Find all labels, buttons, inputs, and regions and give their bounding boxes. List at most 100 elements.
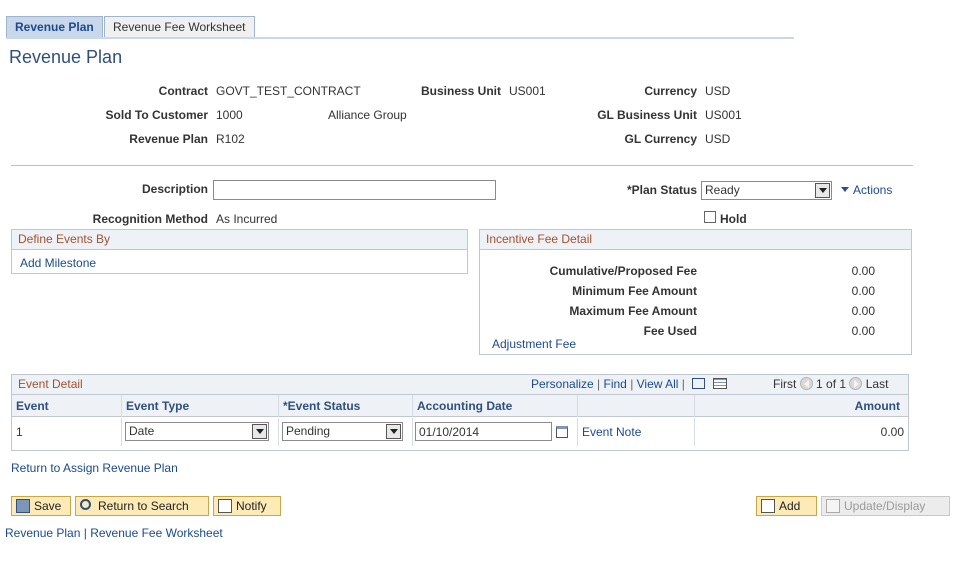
view-all-link[interactable]: View All [637, 377, 679, 391]
zoom-grid-icon[interactable] [692, 378, 706, 389]
business-unit-value: US001 [509, 84, 546, 98]
actions-menu[interactable]: Actions [841, 183, 892, 197]
row-event-status-cell: Pending [279, 418, 413, 446]
gl-business-unit-label: GL Business Unit [597, 108, 697, 122]
first-label[interactable]: First [773, 377, 796, 391]
event-type-value: Date [129, 424, 155, 438]
contract-value: GOVT_TEST_CONTRACT [216, 84, 361, 98]
save-icon [16, 499, 30, 513]
row-event: 1 [12, 418, 122, 446]
next-arrow-icon[interactable] [849, 377, 863, 390]
section-divider [11, 165, 913, 166]
page-title: Revenue Plan [9, 47, 123, 67]
plan-status-label: *Plan Status [626, 183, 697, 197]
adjustment-fee-link[interactable]: Adjustment Fee [492, 337, 576, 351]
save-button[interactable]: Save [11, 496, 71, 516]
col-event: Event [12, 395, 122, 417]
add-milestone-link[interactable]: Add Milestone [20, 256, 96, 270]
business-unit-label: Business Unit [420, 84, 501, 98]
sold-to-value: 1000 [216, 108, 243, 122]
plan-status-value: Ready [705, 183, 740, 197]
personalize-link[interactable]: Personalize [531, 377, 594, 391]
row-event-type-cell: Date [122, 418, 279, 446]
footer-revenue-fee-worksheet-link[interactable]: Revenue Fee Worksheet [90, 526, 223, 540]
col-accounting-date: Accounting Date [413, 395, 578, 417]
event-status-select[interactable]: Pending [282, 422, 403, 441]
cumulative-fee-label: Cumulative/Proposed Fee [549, 264, 697, 278]
add-label: Add [779, 499, 801, 513]
hold-checkbox[interactable] [704, 211, 716, 223]
prev-arrow-icon[interactable] [799, 377, 813, 390]
tab-revenue-plan[interactable]: Revenue Plan [6, 16, 103, 38]
fee-used-value: 0.00 [851, 324, 875, 338]
define-events-title: Define Events By [12, 230, 467, 250]
update-display-icon [826, 499, 840, 513]
accounting-date-input[interactable] [415, 422, 552, 441]
footer-links: Revenue Plan | Revenue Fee Worksheet [5, 526, 223, 540]
dropdown-arrow-icon[interactable] [386, 424, 401, 439]
gl-currency-label: GL Currency [624, 132, 697, 146]
calendar-icon[interactable] [556, 426, 568, 438]
return-to-search-button[interactable]: Return to Search [75, 496, 209, 516]
find-link[interactable]: Find [604, 377, 627, 391]
contract-label: Contract [158, 84, 208, 98]
footer-separator: | [83, 526, 87, 540]
description-input[interactable] [213, 180, 496, 200]
tab-underline [6, 37, 794, 39]
gl-business-unit-value: US001 [705, 108, 742, 122]
event-detail-grid: Event Detail Personalize | Find | View A… [11, 374, 909, 451]
currency-value: USD [705, 84, 731, 98]
revenue-plan-value: R102 [216, 132, 245, 146]
gl-currency-value: USD [705, 132, 731, 146]
row-accounting-date-cell [413, 418, 578, 446]
plan-status-select[interactable]: Ready [701, 181, 832, 200]
minimum-fee-value: 0.00 [851, 284, 875, 298]
search-icon [80, 499, 91, 510]
minimum-fee-label: Minimum Fee Amount [572, 284, 697, 298]
sold-to-label: Sold To Customer [105, 108, 208, 122]
maximum-fee-label: Maximum Fee Amount [569, 304, 697, 318]
dropdown-arrow-icon[interactable] [252, 424, 267, 439]
currency-label: Currency [644, 84, 697, 98]
hold-label: Hold [720, 212, 747, 226]
col-event-note [578, 395, 695, 417]
fee-used-label: Fee Used [643, 324, 697, 338]
grid-pagination: First 1 of 1 Last [773, 375, 888, 394]
add-button[interactable]: Add [756, 496, 817, 516]
save-label: Save [34, 499, 62, 513]
page-range: 1 of 1 [816, 377, 847, 391]
return-to-assign-revenue-plan-link[interactable]: Return to Assign Revenue Plan [11, 461, 178, 475]
event-status-value: Pending [286, 424, 331, 438]
dropdown-arrow-icon[interactable] [815, 183, 830, 198]
cumulative-fee-value: 0.00 [851, 264, 875, 278]
grid-toolbar: Personalize | Find | View All | [531, 375, 727, 394]
actions-link[interactable]: Actions [853, 183, 892, 197]
recognition-method-value: As Incurred [216, 212, 278, 226]
add-icon [761, 499, 775, 513]
footer-revenue-plan-link[interactable]: Revenue Plan [5, 526, 80, 540]
notify-label: Notify [236, 499, 267, 513]
event-note-link[interactable]: Event Note [582, 425, 641, 439]
description-label: Description [141, 182, 208, 196]
caret-down-icon [841, 187, 849, 192]
define-events-group: Define Events By Add Milestone [11, 229, 468, 274]
revenue-plan-label: Revenue Plan [129, 132, 208, 146]
grid-column-headers: Event Event Type *Event Status Accountin… [12, 395, 908, 417]
incentive-fee-group: Incentive Fee Detail Cumulative/Proposed… [479, 229, 912, 355]
maximum-fee-value: 0.00 [851, 304, 875, 318]
event-type-select[interactable]: Date [125, 422, 269, 441]
download-grid-icon[interactable] [712, 378, 727, 389]
notify-icon [218, 499, 232, 513]
update-display-button[interactable]: Update/Display [821, 496, 950, 516]
tab-revenue-fee-worksheet[interactable]: Revenue Fee Worksheet [104, 16, 255, 38]
last-label[interactable]: Last [866, 377, 889, 391]
row-amount: 0.00 [880, 425, 904, 439]
update-display-label: Update/Display [844, 499, 926, 513]
col-event-status: *Event Status [279, 395, 413, 417]
col-amount: Amount [854, 399, 900, 413]
return-to-search-label: Return to Search [98, 499, 189, 513]
notify-button[interactable]: Notify [213, 496, 281, 516]
recognition-method-label: Recognition Method [92, 212, 208, 226]
event-detail-title: Event Detail [18, 377, 83, 391]
event-detail-header: Event Detail Personalize | Find | View A… [12, 375, 908, 395]
